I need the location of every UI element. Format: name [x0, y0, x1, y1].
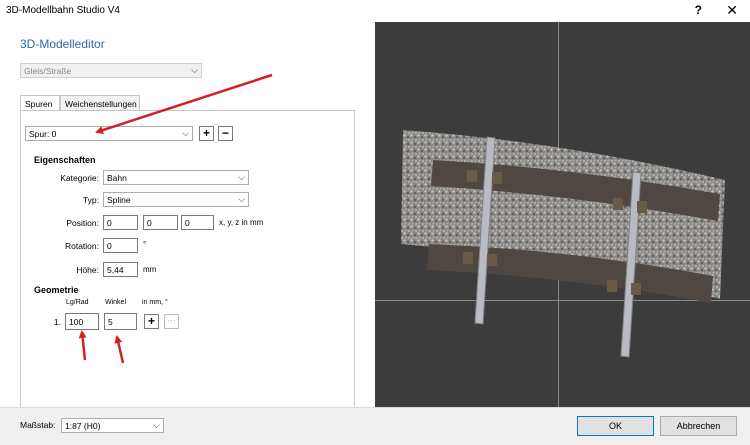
scale-label: Maßstab: — [20, 420, 56, 430]
clip — [487, 254, 497, 266]
help-icon[interactable]: ? — [695, 3, 702, 17]
clip — [463, 252, 473, 264]
footer-bar: Maßstab: 1:87 (H0) ⌵ OK Abbrechen — [0, 407, 750, 445]
arrow-to-lg-rad — [78, 330, 87, 361]
close-icon[interactable]: ✕ — [726, 2, 738, 19]
arrow-to-winkel — [114, 335, 125, 364]
arrow-to-track-select — [95, 73, 273, 134]
track-model-preview — [401, 130, 725, 358]
clip — [467, 170, 477, 182]
annotation-arrows — [78, 73, 273, 364]
scale-value: 1:87 (H0) — [65, 421, 101, 431]
cancel-button[interactable]: Abbrechen — [660, 416, 737, 436]
scale-select[interactable]: 1:87 (H0) ⌵ — [61, 418, 164, 433]
chevron-down-icon: ⌵ — [153, 420, 160, 430]
clip — [637, 201, 647, 213]
title-bar: 3D-Modellbahn Studio V4 ? ✕ — [0, 0, 750, 23]
clip — [631, 283, 641, 295]
editor-panel: 3D-Modelleditor Gleis/Straße ⌵ Spuren We… — [0, 22, 373, 410]
window-title: 3D-Modellbahn Studio V4 — [6, 5, 120, 16]
clip — [607, 280, 617, 292]
clip — [492, 172, 502, 184]
3d-viewport[interactable] — [375, 22, 750, 407]
ok-button[interactable]: OK — [577, 416, 654, 436]
clip — [613, 198, 623, 210]
